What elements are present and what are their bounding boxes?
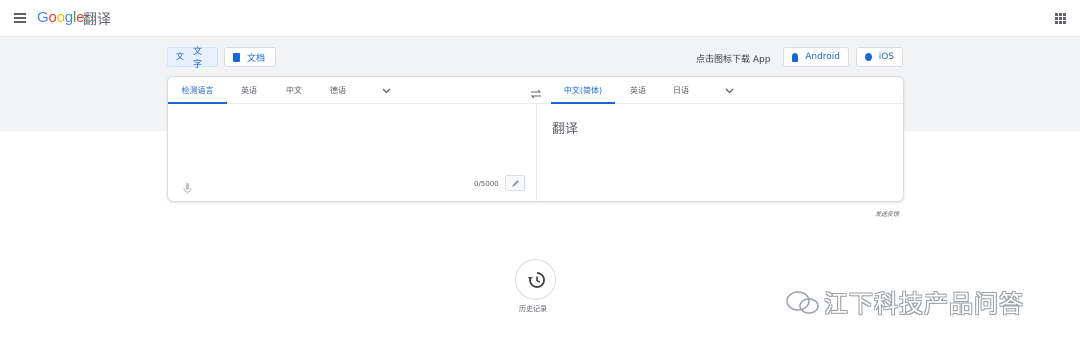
document-icon xyxy=(233,52,240,62)
watermark-text: 江下科技产品问答 xyxy=(824,290,1024,318)
history-label[interactable]: 历史记录 xyxy=(519,304,547,314)
translation-card: 检测语言 英语 中文 德语 中文(简体) 英语 日语 0/5000 翻译 xyxy=(167,76,904,202)
character-count: 0/5000 xyxy=(474,180,499,188)
handwriting-button[interactable] xyxy=(505,175,525,191)
source-text-input[interactable]: 0/5000 xyxy=(168,105,536,202)
microphone-icon[interactable] xyxy=(183,180,192,194)
wechat-icon xyxy=(786,290,819,314)
source-lang-tab-english[interactable]: 英语 xyxy=(231,77,267,104)
history-button[interactable] xyxy=(515,259,556,300)
history-icon xyxy=(527,272,545,288)
source-more-languages-chevron-down-icon[interactable] xyxy=(382,86,391,95)
target-lang-tab-japanese[interactable]: 日语 xyxy=(663,77,699,104)
send-feedback-link[interactable]: 发送反馈 xyxy=(875,209,899,218)
android-download-button[interactable]: Android xyxy=(783,47,849,67)
ios-download-button[interactable]: iOS xyxy=(856,47,903,67)
google-logo[interactable]: Google xyxy=(37,9,84,26)
swap-languages-icon[interactable] xyxy=(530,85,542,99)
android-label: Android xyxy=(805,52,840,62)
apple-icon xyxy=(865,53,872,61)
hamburger-menu-icon[interactable] xyxy=(14,13,26,23)
apps-grid-icon[interactable] xyxy=(1055,13,1066,24)
text-mode-label: 文字 xyxy=(193,47,203,70)
translation-result-text: 翻译 xyxy=(552,122,579,137)
top-bar: Google 翻译 xyxy=(0,0,1080,37)
ios-label: iOS xyxy=(878,52,894,62)
document-mode-label: 文档 xyxy=(247,53,266,64)
svg-text:文: 文 xyxy=(176,51,184,61)
translation-output: 翻译 xyxy=(537,105,903,202)
android-icon xyxy=(792,52,799,62)
text-mode-button[interactable]: 文 文字 xyxy=(167,47,218,70)
pencil-icon xyxy=(511,180,519,187)
source-lang-tab-chinese[interactable]: 中文 xyxy=(276,77,312,104)
target-lang-tab-chinese-simplified[interactable]: 中文(简体) xyxy=(551,77,615,104)
watermark: 江下科技产品问答 xyxy=(784,284,1024,319)
translate-icon: 文 xyxy=(176,51,187,64)
source-lang-tab-detect[interactable]: 检测语言 xyxy=(168,77,227,104)
document-mode-button[interactable]: 文档 xyxy=(224,47,276,67)
app-title: 翻译 xyxy=(83,12,111,28)
source-lang-tab-german[interactable]: 德语 xyxy=(320,77,356,104)
language-bar: 检测语言 英语 中文 德语 中文(简体) 英语 日语 xyxy=(168,77,903,104)
download-app-label: 点击图标下载 App xyxy=(696,55,771,65)
target-lang-tab-english[interactable]: 英语 xyxy=(620,77,656,104)
target-more-languages-chevron-down-icon[interactable] xyxy=(725,86,734,95)
